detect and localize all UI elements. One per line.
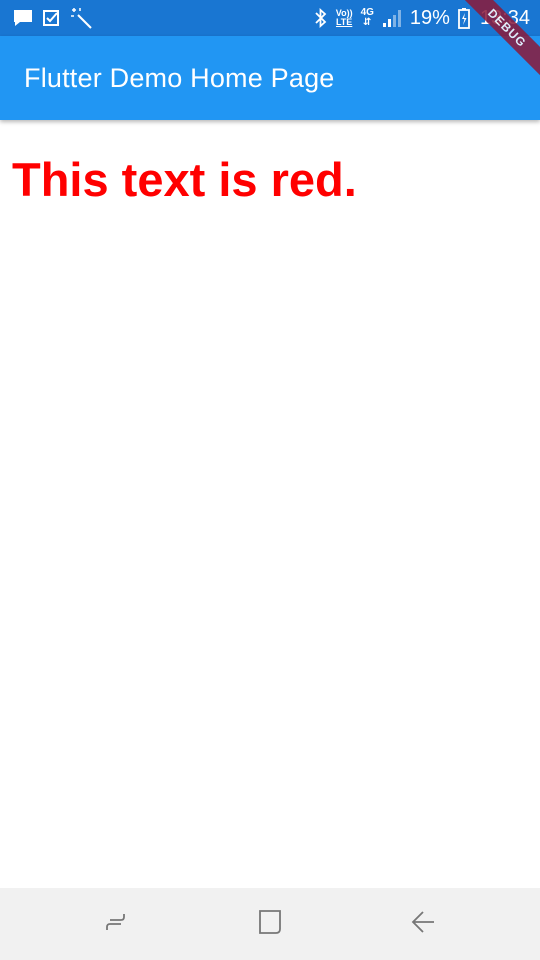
- app-bar: Flutter Demo Home Page: [0, 36, 540, 120]
- message-icon: [12, 8, 34, 28]
- volte-bottom-text: LTE: [335, 17, 353, 27]
- network-arrows-text: ⇵: [363, 17, 372, 28]
- checkbox-icon: [42, 8, 62, 28]
- red-text-label: This text is red.: [12, 153, 357, 206]
- recent-apps-icon: [103, 908, 131, 941]
- home-icon: [256, 908, 284, 941]
- back-button[interactable]: [393, 894, 453, 954]
- home-button[interactable]: [240, 894, 300, 954]
- status-bar: Vo)) LTE 4G ⇵ 19% 13:34: [0, 0, 540, 36]
- battery-charging-icon: [458, 7, 470, 29]
- volte-indicator: Vo)) LTE: [336, 9, 353, 27]
- back-icon: [409, 908, 437, 941]
- recent-apps-button[interactable]: [87, 894, 147, 954]
- battery-percent: 19%: [409, 6, 450, 29]
- signal-strength-icon: [382, 8, 402, 28]
- page-title: Flutter Demo Home Page: [24, 62, 335, 93]
- page-body: This text is red.: [0, 120, 540, 888]
- status-right-icons: Vo)) LTE 4G ⇵ 19% 13:34: [314, 7, 530, 30]
- bluetooth-icon: [314, 8, 328, 28]
- magic-wand-icon: [70, 7, 94, 29]
- network-indicator: 4G ⇵: [361, 8, 374, 28]
- status-clock: 13:34: [479, 6, 530, 29]
- status-left-icons: [12, 7, 94, 29]
- navigation-bar: [0, 888, 540, 960]
- phone-screen: Vo)) LTE 4G ⇵ 19% 13:34 Flutter Demo Hom…: [0, 0, 540, 960]
